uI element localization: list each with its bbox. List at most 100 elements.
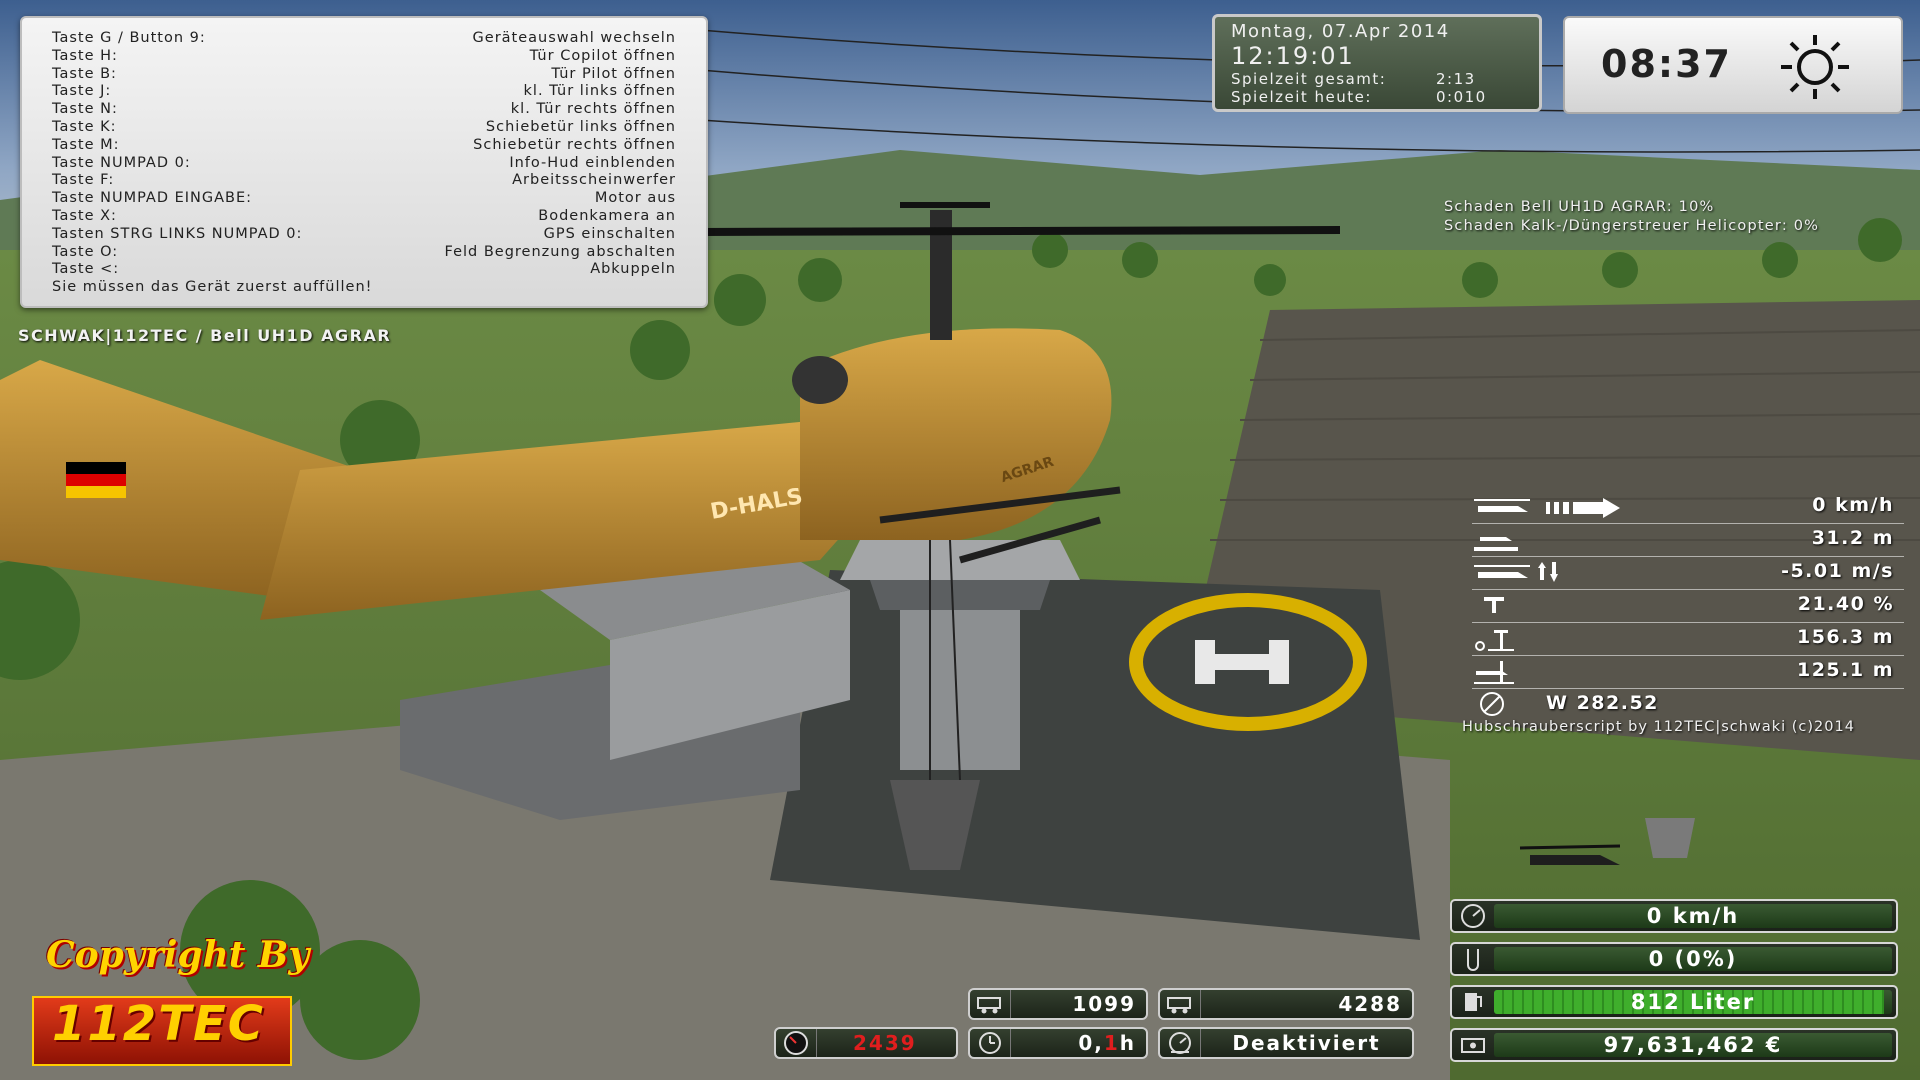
- playtime-today-label: Spielzeit heute:: [1231, 88, 1372, 106]
- real-time-label: 12:19:01: [1231, 42, 1355, 70]
- game-clock-time: 08:37: [1601, 42, 1732, 86]
- help-row: Taste F: Arbeitsscheinwerfer: [52, 172, 676, 190]
- help-key: Taste M:: [52, 136, 120, 153]
- playtime-today-row: Spielzeit heute: 0:010: [1231, 88, 1523, 106]
- help-row: Taste G / Button 9: Geräteauswahl wechsel…: [52, 30, 676, 48]
- hud-altitude-value: 31.2 m: [1811, 527, 1894, 549]
- help-row: Tasten STRG LINKS NUMPAD 0: GPS einschalt…: [52, 226, 676, 244]
- counter-1-value: 1099: [1072, 992, 1136, 1016]
- operating-hours-bar: 0,1h: [968, 1027, 1148, 1059]
- money-bar: 97,631,462 €: [1450, 1028, 1898, 1062]
- help-action: Tür Pilot öffnen: [551, 65, 676, 82]
- help-action: kl. Tür links öffnen: [523, 83, 676, 100]
- counter-2-bar: 4288: [1158, 988, 1414, 1020]
- help-key: Taste NUMPAD EINGABE:: [52, 190, 253, 207]
- hud-altitude-row: 31.2 m: [1470, 525, 1910, 557]
- hud-height-2-value: 156.3 m: [1796, 626, 1894, 648]
- fill-level-icon: [1467, 949, 1479, 971]
- operating-hours-value: 0,1h: [1011, 1031, 1146, 1055]
- help-row: Taste N: kl. Tür rechts öffnen: [52, 101, 676, 119]
- game-clock-panel: 08:37: [1563, 16, 1903, 114]
- cruise-control-bar[interactable]: Deaktiviert: [1158, 1027, 1414, 1059]
- playtime-today-value: 0:010: [1436, 88, 1487, 106]
- rotor-pitch-icon: [1484, 597, 1504, 613]
- help-key: Taste B:: [52, 65, 117, 82]
- help-row: Taste X: Bodenkamera an: [52, 208, 676, 226]
- help-row: Taste B: Tür Pilot öffnen: [52, 66, 676, 84]
- help-action: Tür Copilot öffnen: [529, 47, 676, 64]
- rpm-bar: 2439: [774, 1027, 958, 1059]
- hud-height-3-row: 125.1 m: [1470, 657, 1910, 689]
- copyright-text: Copyright By: [46, 934, 310, 976]
- hud-speed-value: 0 km/h: [1812, 494, 1894, 516]
- hud-rotor-pitch-value: 21.40 %: [1797, 593, 1894, 615]
- cruise-control-icon: [1169, 1032, 1191, 1054]
- clock-icon: [979, 1032, 1001, 1054]
- 112tec-logo-text: 112TEC: [52, 996, 265, 1052]
- help-row: Taste H: Tür Copilot öffnen: [52, 48, 676, 66]
- help-row: Taste NUMPAD 0: Info-Hud einblenden: [52, 155, 676, 173]
- hud-compass-value: W 282.52: [1546, 692, 1659, 714]
- help-action: Arbeitsscheinwerfer: [512, 172, 676, 189]
- speed-bar-value: 0 km/h: [1646, 904, 1740, 928]
- help-key: Taste H:: [52, 47, 118, 64]
- help-action: Bodenkamera an: [538, 207, 676, 224]
- hours-unit: h: [1119, 1031, 1136, 1055]
- compass-icon: [1480, 692, 1504, 716]
- fuel-pump-icon: [1465, 993, 1482, 1011]
- help-row: Taste NUMPAD EINGABE: Motor aus: [52, 190, 676, 208]
- vertical-speed-icon: [1474, 562, 1558, 582]
- hud-vertical-speed-value: -5.01 m/s: [1781, 560, 1894, 582]
- heli-forward-speed-icon: [1474, 498, 1620, 518]
- hud-speed-row: 0 km/h: [1470, 492, 1910, 524]
- hud-vertical-speed-row: -5.01 m/s: [1470, 558, 1910, 590]
- help-action: Geräteauswahl wechseln: [472, 30, 676, 46]
- fill-level-value: 0 (0%): [1648, 947, 1738, 971]
- help-key: Taste NUMPAD 0:: [52, 154, 191, 171]
- date-label: Montag, 07.Apr 2014: [1231, 21, 1450, 42]
- help-row: Taste <: Abkuppeln: [52, 261, 676, 279]
- help-key: Taste N:: [52, 101, 118, 118]
- script-credit: Hubschrauberscript by 112TEC|schwaki (c)…: [1462, 719, 1855, 735]
- sun-icon: [1781, 35, 1849, 99]
- counter-2-value: 4288: [1338, 992, 1402, 1016]
- help-key: Taste X:: [52, 207, 117, 224]
- altitude-icon: [1474, 537, 1518, 551]
- playtime-total-value: 2:13: [1436, 70, 1476, 88]
- fill-level-bar: 0 (0%): [1450, 942, 1898, 976]
- key-help-panel: Taste G / Button 9: Geräteauswahl wechsel…: [20, 16, 708, 308]
- fuel-bar: 812 Liter: [1450, 985, 1898, 1019]
- help-key: Taste G / Button 9:: [52, 30, 206, 46]
- date-time-panel: Montag, 07.Apr 2014 12:19:01 Spielzeit g…: [1212, 14, 1542, 112]
- help-action: Motor aus: [594, 190, 676, 207]
- vehicle-count-icon: [1167, 997, 1191, 1014]
- hud-height-2-row: 156.3 m: [1470, 624, 1910, 656]
- help-row: Taste O: Feld Begrenzung abschalten: [52, 244, 676, 262]
- hud-height-3-value: 125.1 m: [1796, 659, 1894, 681]
- help-note: Sie müssen das Gerät zuerst auffüllen!: [52, 279, 373, 296]
- height-icon: [1475, 630, 1514, 651]
- help-action: Abkuppeln: [590, 261, 676, 278]
- help-key: Tasten STRG LINKS NUMPAD 0:: [52, 225, 303, 242]
- help-action: Feld Begrenzung abschalten: [444, 243, 676, 260]
- help-action: Info-Hud einblenden: [509, 154, 676, 171]
- money-value: 97,631,462 €: [1603, 1033, 1783, 1057]
- playtime-total-row: Spielzeit gesamt: 2:13: [1231, 70, 1523, 88]
- speedometer-icon: [1461, 904, 1485, 928]
- rpm-value: 2439: [853, 1031, 917, 1055]
- hours-decimal: 1: [1103, 1031, 1120, 1055]
- damage-helicopter: Schaden Bell UH1D AGRAR: 10%: [1444, 199, 1715, 215]
- hud-compass-row: W 282.52: [1470, 690, 1910, 720]
- help-row: Taste J: kl. Tür links öffnen: [52, 83, 676, 101]
- help-key: Taste J:: [52, 83, 112, 100]
- cruise-control-value: Deaktiviert: [1232, 1031, 1381, 1055]
- trailer-count-icon: [977, 997, 1001, 1014]
- help-key: Taste K:: [52, 118, 117, 135]
- playtime-total-label: Spielzeit gesamt:: [1231, 70, 1387, 88]
- hours-main: 0,: [1078, 1031, 1104, 1055]
- help-row: Taste K: Schiebetür links öffnen: [52, 119, 676, 137]
- help-action: GPS einschalten: [543, 225, 676, 242]
- ground-distance-icon: [1474, 661, 1514, 684]
- help-action: Schiebetür links öffnen: [485, 118, 676, 135]
- money-icon: [1461, 1038, 1485, 1053]
